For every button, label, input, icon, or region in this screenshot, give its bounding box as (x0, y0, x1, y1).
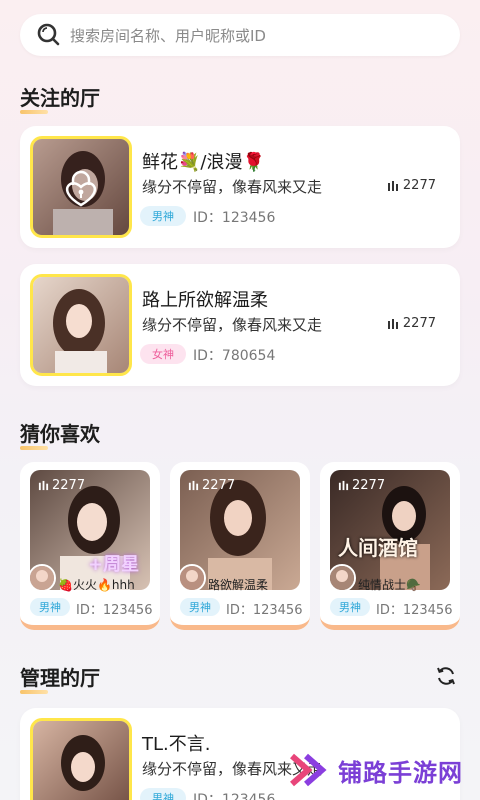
recommended-room-card-2[interactable]: 2277 路欲解温柔 男神 ID：123456 (170, 462, 310, 630)
recommended-room-card-1[interactable]: 2277 +周星 🍓火火🔥hhh 男神 ID：123456 (20, 462, 160, 630)
listener-count-value: 2277 (402, 316, 436, 331)
room-id: ID：123456 (376, 603, 453, 618)
room-title: TL.不言. (142, 734, 211, 755)
audio-bars-icon (38, 480, 49, 491)
listener-count: 2277 (387, 178, 436, 193)
listener-count-value: 2277 (352, 478, 386, 493)
audio-bars-icon (188, 480, 199, 491)
room-id: ID：123456 (193, 210, 276, 226)
audio-bars-icon (387, 180, 398, 191)
followed-room-card-2[interactable]: 路上所欲解温柔 缘分不停留，像春风来又走 2277 女神 ID：780654 (20, 264, 460, 386)
gender-tag: 男神 (140, 788, 186, 800)
room-title: 鲜花💐/浪漫🌹 (142, 152, 265, 173)
listener-count-value: 2277 (402, 178, 436, 193)
listener-count: 2277 (188, 478, 235, 493)
watermark: 铺路手游网 (290, 752, 463, 788)
listener-count-value: 2277 (202, 478, 236, 493)
search-bar[interactable]: 搜索房间名称、用户昵称或ID (20, 14, 460, 56)
search-icon (37, 23, 60, 46)
search-input[interactable]: 搜索房间名称、用户昵称或ID (70, 25, 266, 46)
section-title-recommended: 猜你喜欢 (20, 418, 100, 450)
gender-tag: 男神 (30, 598, 70, 616)
listener-count-value: 2277 (52, 478, 86, 493)
room-id: ID：780654 (193, 348, 276, 364)
room-title: 路上所欲解温柔 (142, 290, 268, 311)
avatar (28, 564, 56, 592)
watermark-logo-icon (290, 753, 327, 787)
gender-tag: 男神 (330, 598, 370, 616)
host-name: 🍓火火🔥hhh (58, 578, 135, 592)
host-name: 路欲解温柔 (208, 578, 269, 592)
section-title-followed: 关注的厅 (20, 82, 100, 114)
room-badge-text: 人间酒馆 (338, 536, 418, 560)
followed-room-card-1[interactable]: 鲜花💐/浪漫🌹 缘分不停留，像春风来又走 2277 男神 ID：123456 (20, 126, 460, 248)
room-badge-text: +周星 (88, 554, 140, 575)
room-description: 缘分不停留，像春风来又走 (142, 178, 323, 196)
watermark-text: 铺路手游网 (338, 758, 463, 787)
room-description: 缘分不停留，像春风来又走 (142, 316, 323, 334)
room-thumbnail (30, 718, 132, 800)
refresh-icon[interactable] (434, 664, 458, 688)
gender-tag: 男神 (140, 206, 186, 226)
audio-bars-icon (387, 318, 398, 329)
room-thumbnail (30, 136, 132, 238)
avatar (178, 564, 206, 592)
listener-count: 2277 (387, 316, 436, 331)
audio-bars-icon (338, 480, 349, 491)
room-id: ID：123456 (226, 603, 303, 618)
avatar (328, 564, 356, 592)
lock-icon (65, 170, 97, 207)
recommended-room-card-3[interactable]: 2277 人间酒馆 纯情战士🪖 男神 ID：123456 (320, 462, 460, 630)
room-thumbnail (30, 274, 132, 376)
host-name: 纯情战士🪖 (358, 578, 421, 592)
gender-tag: 女神 (140, 344, 186, 364)
listener-count: 2277 (38, 478, 85, 493)
room-id: ID：123456 (76, 603, 153, 618)
listener-count: 2277 (338, 478, 385, 493)
room-id: ID：123456 (193, 792, 276, 800)
section-title-managed: 管理的厅 (20, 662, 100, 694)
gender-tag: 男神 (180, 598, 220, 616)
